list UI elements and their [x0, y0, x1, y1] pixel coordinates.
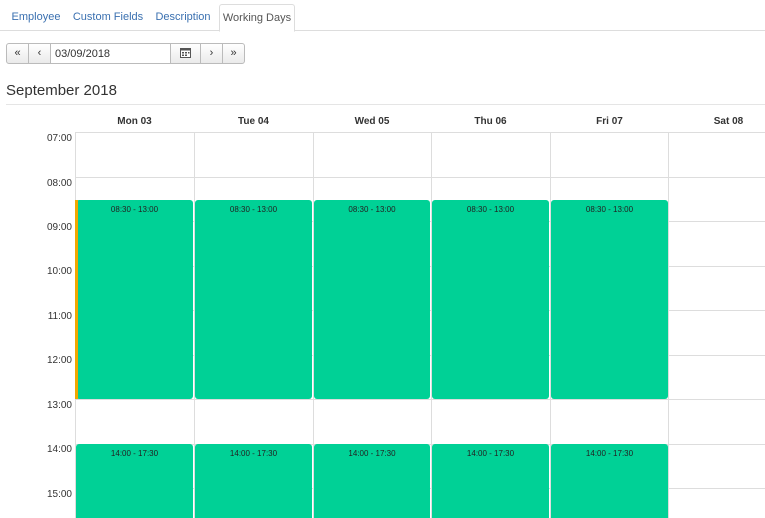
hour-label: 11:00: [47, 311, 72, 322]
working-period-event[interactable]: 08:30 - 13:00: [76, 200, 193, 399]
working-period-event[interactable]: 14:00 - 17:30: [551, 444, 668, 518]
day-header: Sat 08: [713, 116, 744, 127]
next-button[interactable]: ›: [200, 43, 223, 64]
hour-label: 09:00: [46, 222, 72, 233]
month-title: September 2018: [6, 82, 117, 99]
last-page-button[interactable]: »: [222, 43, 245, 64]
day-header: Wed 05: [354, 116, 390, 127]
calendar-icon: [180, 48, 191, 58]
working-period-event[interactable]: 14:00 - 17:30: [432, 444, 549, 518]
date-input[interactable]: [50, 43, 177, 64]
hour-label: 15:00: [46, 489, 72, 500]
working-period-event[interactable]: 08:30 - 13:00: [551, 200, 668, 399]
hour-label: 13:00: [46, 400, 72, 411]
working-period-event[interactable]: 14:00 - 17:30: [76, 444, 193, 518]
event-accent: [75, 200, 78, 399]
day-header: Tue 04: [238, 116, 269, 127]
day-header: Thu 06: [474, 116, 507, 127]
hour-label: 12:00: [46, 355, 72, 366]
divider: [6, 104, 765, 105]
hour-label: 14:00: [46, 444, 72, 455]
grid-line: [668, 132, 669, 518]
grid-line: [75, 132, 765, 133]
working-period-event[interactable]: 08:30 - 13:00: [195, 200, 312, 399]
grid-line: [75, 399, 765, 400]
tab-description[interactable]: Description: [150, 4, 216, 31]
calendar-button[interactable]: [170, 43, 201, 64]
tab-bar: Employee Custom Fields Description Worki…: [0, 4, 765, 32]
hour-label: 08:00: [46, 178, 72, 189]
week-calendar: Mon 03 Tue 04 Wed 05 Thu 06 Fri 07 Sat 0…: [0, 112, 765, 518]
working-period-event[interactable]: 08:30 - 13:00: [432, 200, 549, 399]
tab-custom-fields[interactable]: Custom Fields: [70, 4, 146, 31]
working-period-event[interactable]: 14:00 - 17:30: [314, 444, 430, 518]
hour-label: 10:00: [46, 266, 72, 277]
working-period-event[interactable]: 08:30 - 13:00: [314, 200, 430, 399]
grid-line: [75, 177, 765, 178]
previous-button[interactable]: ‹: [28, 43, 51, 64]
day-header: Fri 07: [596, 116, 623, 127]
hour-label: 07:00: [46, 133, 72, 144]
first-page-button[interactable]: «: [6, 43, 29, 64]
working-period-event[interactable]: 14:00 - 17:30: [195, 444, 312, 518]
day-header: Mon 03: [117, 116, 152, 127]
tab-working-days[interactable]: Working Days: [219, 4, 295, 32]
tab-employee[interactable]: Employee: [5, 4, 67, 31]
